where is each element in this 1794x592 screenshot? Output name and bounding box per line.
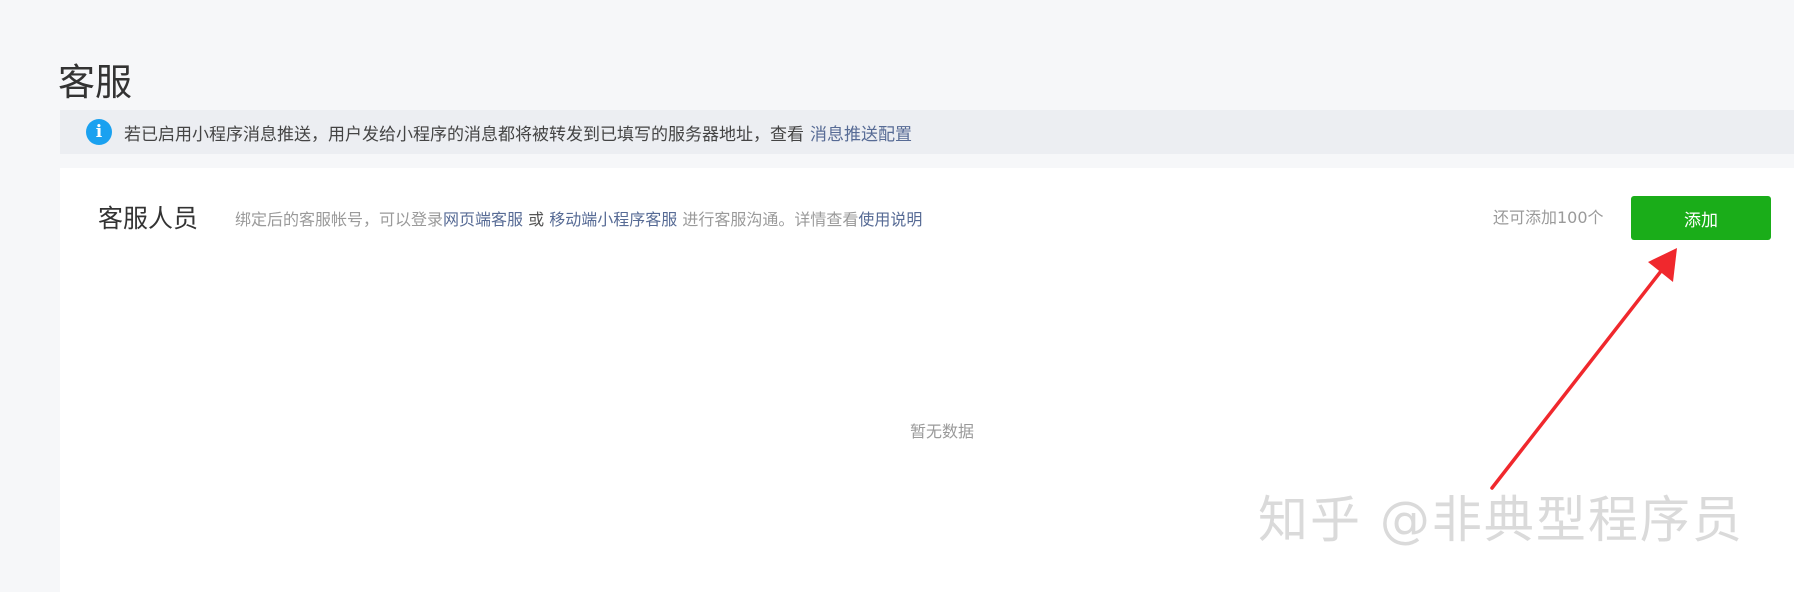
info-notice: i 若已启用小程序消息推送，用户发给小程序的消息都将被转发到已填写的服务器地址，… (60, 110, 1794, 154)
info-icon: i (86, 119, 112, 145)
empty-state: 暂无数据 (910, 422, 975, 441)
section-title: 客服人员 (98, 204, 199, 233)
mobile-customer-service-link[interactable]: 移动端小程序客服 (549, 210, 677, 229)
notice-text: 若已启用小程序消息推送，用户发给小程序的消息都将被转发到已填写的服务器地址，查看… (124, 120, 912, 145)
desc-after: 进行客服沟通。详情查看 (677, 210, 859, 229)
page-title: 客服 (58, 60, 132, 104)
usage-guide-link[interactable]: 使用说明 (858, 210, 922, 229)
desc-before: 绑定后的客服帐号，可以登录 (235, 210, 444, 229)
web-customer-service-link[interactable]: 网页端客服 (443, 210, 523, 229)
section-description: 绑定后的客服帐号，可以登录网页端客服 或 移动端小程序客服 进行客服沟通。详情查… (235, 208, 922, 232)
watermark: 知乎 @非典型程序员 (1258, 491, 1744, 549)
notice-message: 若已启用小程序消息推送，用户发给小程序的消息都将被转发到已填写的服务器地址，查看 (124, 124, 804, 145)
remaining-count: 还可添加100个 (1493, 208, 1604, 227)
desc-or: 或 (523, 210, 550, 229)
add-button[interactable]: 添加 (1631, 196, 1771, 240)
message-push-config-link[interactable]: 消息推送配置 (810, 125, 912, 145)
page: { "page": { "title": "客服" }, "notice": {… (0, 0, 1794, 592)
